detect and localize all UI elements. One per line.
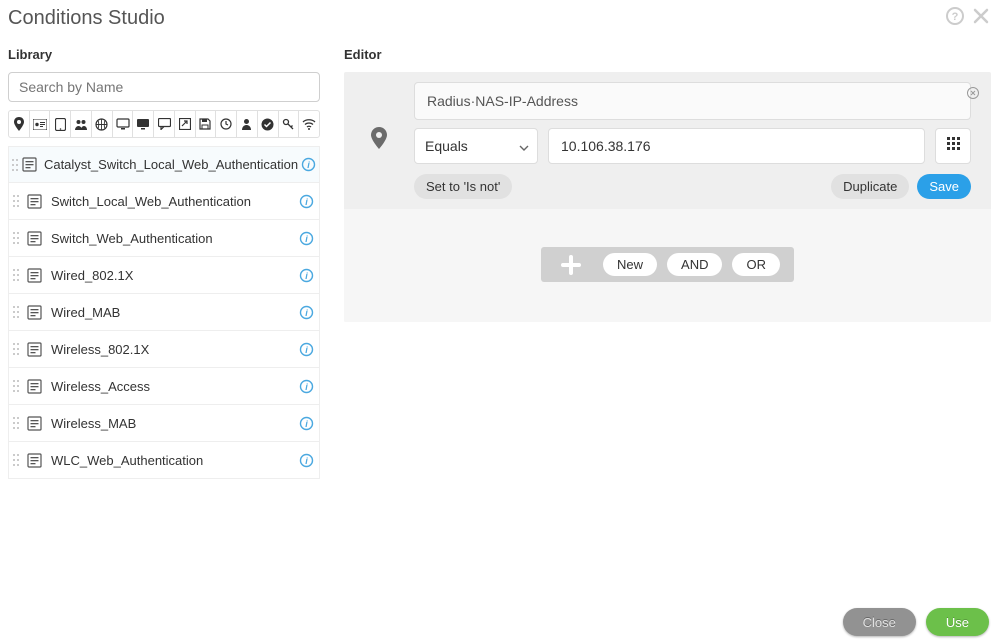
editor-panel: Radius·NAS-IP-Address Equals — [344, 72, 991, 322]
close-icon[interactable] — [971, 6, 991, 31]
filter-location-icon[interactable] — [9, 111, 30, 137]
filter-desktop-icon[interactable] — [133, 111, 154, 137]
drag-handle-icon[interactable] — [9, 231, 23, 245]
drag-handle-icon[interactable] — [9, 268, 23, 282]
library-item[interactable]: Catalyst_Switch_Local_Web_Authentication… — [8, 146, 320, 183]
filter-clock-icon[interactable] — [216, 111, 237, 137]
add-icon[interactable] — [549, 254, 593, 276]
page-title: Conditions Studio — [8, 7, 165, 30]
library-item[interactable]: WLC_Web_Authentication i — [8, 442, 320, 479]
library-item-label: Wired_MAB — [45, 305, 293, 320]
info-icon[interactable]: i — [293, 453, 319, 468]
info-icon[interactable]: i — [293, 379, 319, 394]
drag-handle-icon[interactable] — [9, 342, 23, 356]
help-icon[interactable]: ? — [945, 6, 965, 31]
and-button[interactable]: AND — [667, 253, 722, 276]
filter-arrow-icon[interactable] — [175, 111, 196, 137]
library-item-label: Wireless_802.1X — [45, 342, 293, 357]
save-button[interactable]: Save — [917, 174, 971, 199]
filter-globe-icon[interactable] — [92, 111, 113, 137]
library-label: Library — [8, 47, 320, 62]
browse-button[interactable] — [935, 128, 971, 164]
attribute-field-label: Radius·NAS-IP-Address — [427, 93, 578, 109]
search-input[interactable] — [19, 79, 309, 95]
filter-key-icon[interactable] — [279, 111, 300, 137]
library-item[interactable]: Wireless_MAB i — [8, 405, 320, 442]
condition-icon — [23, 194, 45, 209]
svg-text:i: i — [305, 234, 308, 244]
condition-icon — [23, 305, 45, 320]
library-item-label: Wired_802.1X — [45, 268, 293, 283]
editor-label: Editor — [344, 47, 991, 62]
library-item[interactable]: Wireless_802.1X i — [8, 331, 320, 368]
operator-select[interactable]: Equals — [414, 128, 538, 164]
filter-id-icon[interactable] — [30, 111, 51, 137]
library-item[interactable]: Wired_802.1X i — [8, 257, 320, 294]
library-item[interactable]: Switch_Web_Authentication i — [8, 220, 320, 257]
library-item[interactable]: Switch_Local_Web_Authentication i — [8, 183, 320, 220]
close-button[interactable]: Close — [843, 608, 916, 636]
logic-bar: New AND OR — [541, 247, 794, 282]
condition-icon — [23, 268, 45, 283]
operator-select-label: Equals — [425, 138, 468, 154]
info-icon[interactable]: i — [293, 342, 319, 357]
search-input-wrap[interactable] — [8, 72, 320, 102]
library-item-label: Catalyst_Switch_Local_Web_Authentication — [38, 157, 298, 172]
filter-wifi-icon[interactable] — [299, 111, 319, 137]
library-item[interactable]: Wireless_Access i — [8, 368, 320, 405]
svg-text:?: ? — [952, 11, 959, 23]
condition-icon — [23, 453, 45, 468]
library-item-label: Switch_Local_Web_Authentication — [45, 194, 293, 209]
filter-monitor-icon[interactable] — [113, 111, 134, 137]
remove-condition-icon[interactable] — [967, 86, 979, 104]
library-item-label: Wireless_Access — [45, 379, 293, 394]
library-item-label: Wireless_MAB — [45, 416, 293, 431]
use-button[interactable]: Use — [926, 608, 989, 636]
filter-person-icon[interactable] — [237, 111, 258, 137]
set-is-not-button[interactable]: Set to 'Is not' — [414, 174, 512, 199]
condition-icon — [23, 416, 45, 431]
info-icon[interactable]: i — [293, 305, 319, 320]
condition-icon — [23, 379, 45, 394]
condition-icon — [20, 157, 38, 172]
filter-tablet-icon[interactable] — [50, 111, 71, 137]
library-item-label: WLC_Web_Authentication — [45, 453, 293, 468]
svg-text:i: i — [305, 308, 308, 318]
attribute-field[interactable]: Radius·NAS-IP-Address — [414, 82, 971, 120]
drag-handle-icon[interactable] — [9, 379, 23, 393]
svg-text:i: i — [305, 271, 308, 281]
svg-text:i: i — [305, 197, 308, 207]
library-item-label: Switch_Web_Authentication — [45, 231, 293, 246]
info-icon[interactable]: i — [293, 268, 319, 283]
condition-icon — [23, 342, 45, 357]
or-button[interactable]: OR — [732, 253, 780, 276]
library-item[interactable]: Wired_MAB i — [8, 294, 320, 331]
svg-text:i: i — [307, 160, 310, 170]
value-input[interactable] — [548, 128, 925, 164]
info-icon[interactable]: i — [298, 157, 319, 172]
svg-text:i: i — [305, 345, 308, 355]
location-pin-icon — [370, 127, 388, 154]
info-icon[interactable]: i — [293, 194, 319, 209]
svg-text:i: i — [305, 456, 308, 466]
grid-icon — [947, 137, 960, 155]
filter-users-icon[interactable] — [71, 111, 92, 137]
condition-icon — [23, 231, 45, 246]
drag-handle-icon[interactable] — [9, 305, 23, 319]
new-button[interactable]: New — [603, 253, 657, 276]
svg-text:i: i — [305, 382, 308, 392]
filter-check-icon[interactable] — [258, 111, 279, 137]
filter-save-icon[interactable] — [196, 111, 217, 137]
info-icon[interactable]: i — [293, 231, 319, 246]
drag-handle-icon[interactable] — [9, 194, 23, 208]
drag-handle-icon[interactable] — [9, 158, 20, 172]
info-icon[interactable]: i — [293, 416, 319, 431]
filter-chat-icon[interactable] — [154, 111, 175, 137]
duplicate-button[interactable]: Duplicate — [831, 174, 909, 199]
drag-handle-icon[interactable] — [9, 416, 23, 430]
chevron-down-icon — [519, 138, 529, 154]
drag-handle-icon[interactable] — [9, 453, 23, 467]
svg-text:i: i — [305, 419, 308, 429]
